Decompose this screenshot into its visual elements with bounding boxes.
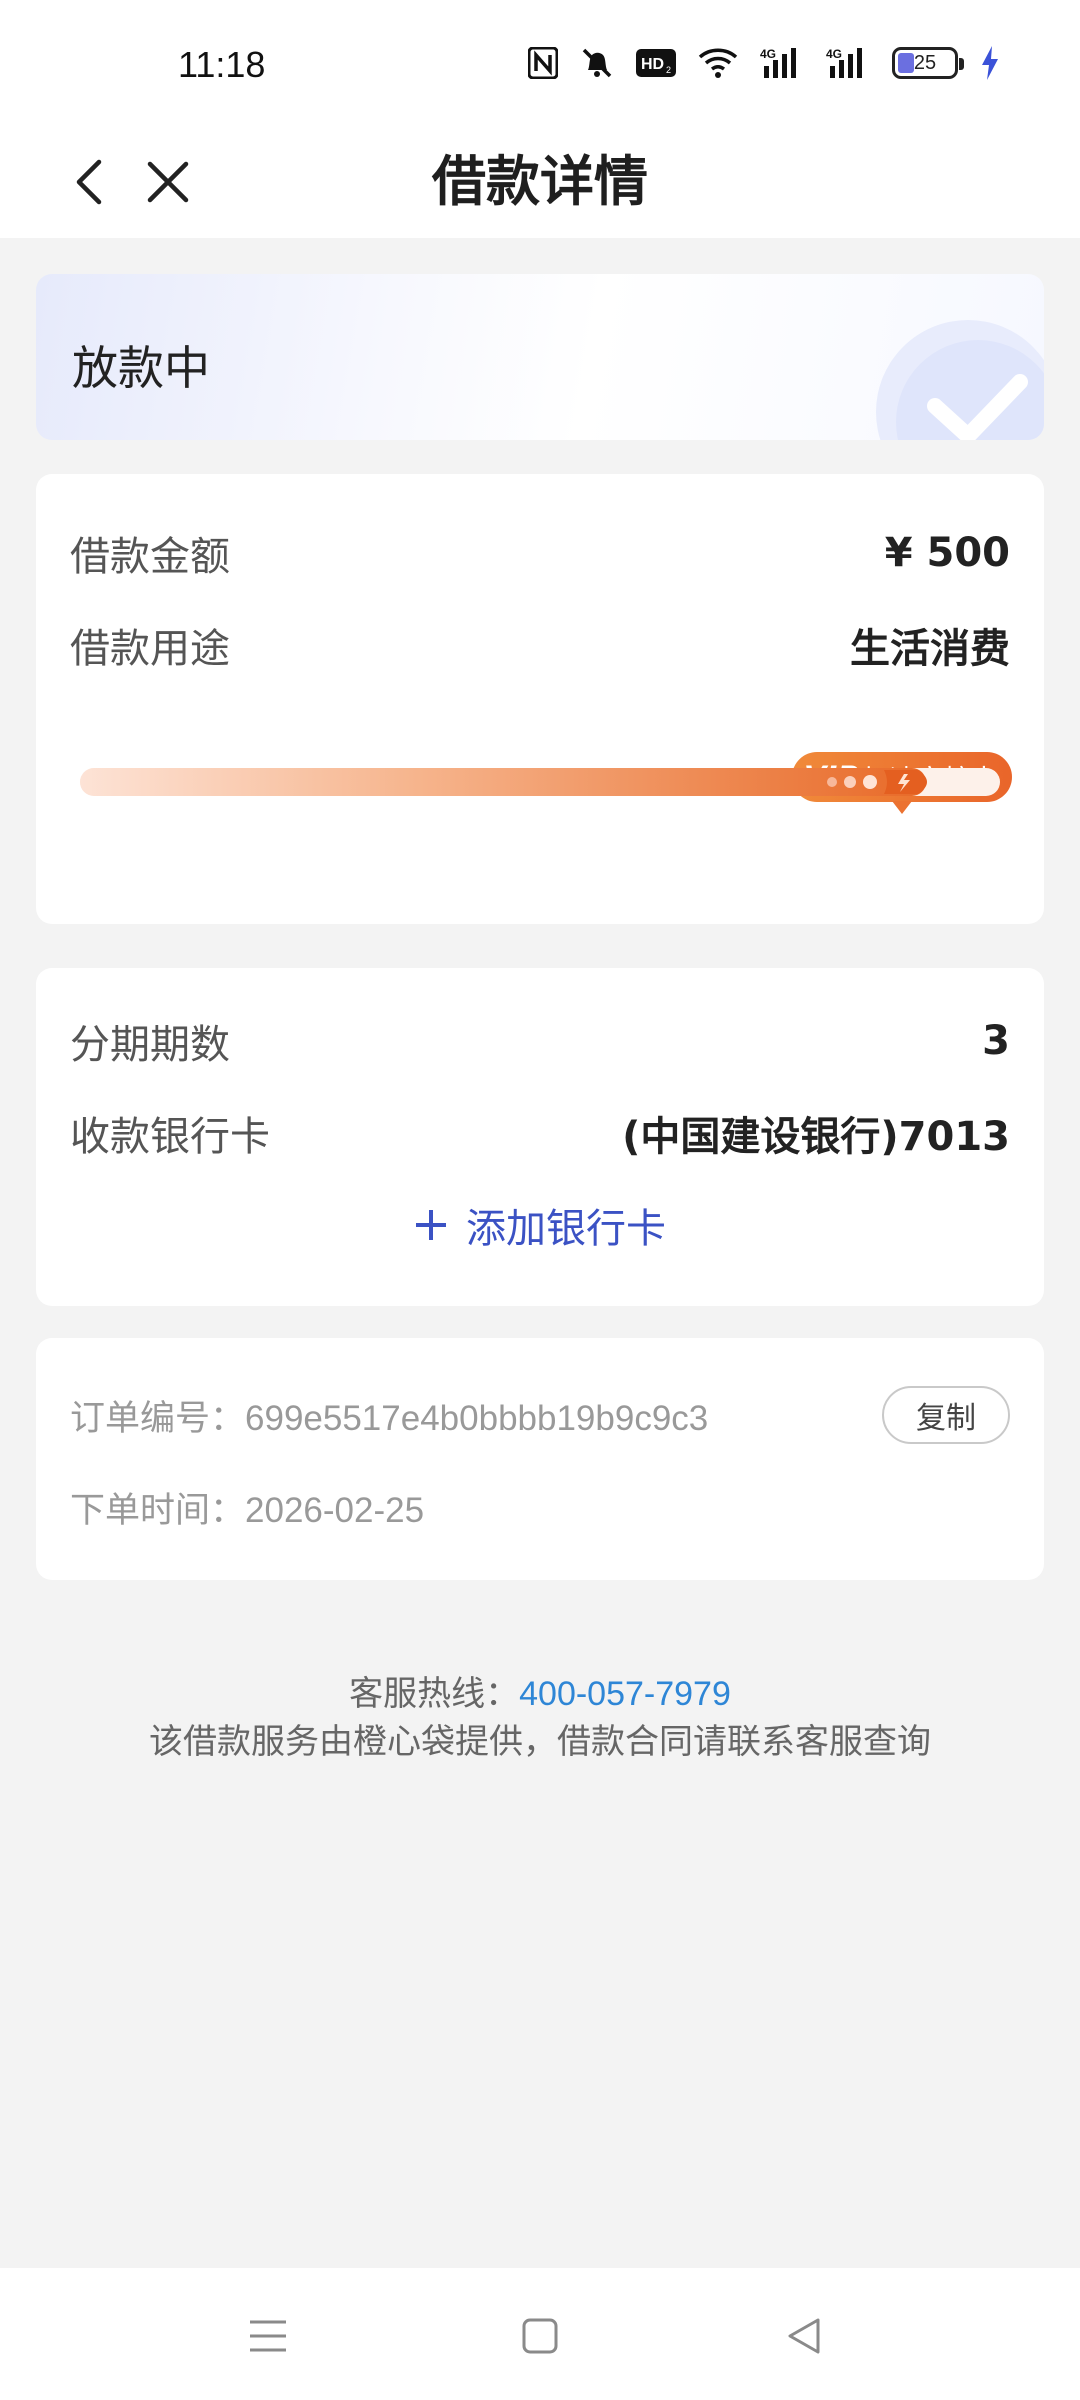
- nav-bar: 借款详情: [0, 130, 1080, 238]
- charging-icon: [982, 46, 998, 80]
- plus-icon: [416, 1210, 446, 1240]
- amount-value: ¥ 500: [884, 530, 1010, 576]
- system-nav-bar: [0, 2268, 1080, 2400]
- nfc-icon: [528, 47, 558, 79]
- battery-level: 25: [913, 51, 937, 74]
- footer: 客服热线：400-057-7979 该借款服务由橙心袋提供，借款合同请联系客服查…: [0, 1670, 1080, 1766]
- battery-icon: 25: [892, 47, 964, 79]
- svg-text:4G: 4G: [826, 47, 842, 61]
- review-progress-bar: [80, 744, 1000, 804]
- copy-button[interactable]: 复制: [882, 1386, 1010, 1444]
- bank-card-value: (中国建设银行)7013: [622, 1114, 1010, 1160]
- wifi-icon: [698, 48, 738, 78]
- progress-fill: [80, 768, 926, 796]
- purpose-label: 借款用途: [70, 626, 230, 672]
- hotline-line: 客服热线：400-057-7979: [0, 1670, 1080, 1718]
- system-back-button[interactable]: [780, 2312, 828, 2360]
- order-number-value: 699e5517e4b0bbbb19b9c9c3: [245, 1399, 709, 1438]
- rocket-icon: [827, 770, 927, 794]
- hotline-label: 客服热线：: [349, 1674, 520, 1714]
- order-time-label: 下单时间：: [70, 1491, 246, 1531]
- service-note: 该借款服务由橙心袋提供，借款合同请联系客服查询: [149, 1722, 931, 1762]
- silent-bell-icon: [582, 48, 612, 78]
- svg-text:HD: HD: [641, 56, 664, 73]
- installment-card: 分期期数 3 收款银行卡 (中国建设银行)7013 添加银行卡: [36, 968, 1044, 1306]
- status-icons: HD 2 4G 4G 25: [528, 46, 1000, 80]
- amount-row: 借款金额 ¥ 500: [70, 524, 1010, 582]
- status-time: 11:18: [178, 44, 266, 85]
- hotline-number-link[interactable]: 400-057-7979: [519, 1675, 731, 1713]
- page-title: 借款详情: [432, 150, 648, 213]
- status-bar: 11:18 HD 2 4G 4G 25: [0, 0, 1080, 130]
- amount-label: 借款金额: [70, 534, 230, 580]
- add-bank-card-button[interactable]: 添加银行卡: [36, 1196, 1044, 1254]
- menu-button[interactable]: [244, 2312, 292, 2360]
- svg-text:2: 2: [666, 65, 671, 75]
- loan-status-text: 放款中: [72, 341, 210, 395]
- signal-4g-icon: 4G: [760, 47, 796, 78]
- hd-icon: HD 2: [636, 49, 676, 77]
- home-button[interactable]: [516, 2312, 564, 2360]
- purpose-row: 借款用途 生活消费: [70, 616, 1010, 674]
- periods-value: 3: [982, 1018, 1010, 1064]
- periods-row: 分期期数 3: [70, 1012, 1010, 1070]
- order-time-value: 2026-02-25: [245, 1491, 425, 1530]
- menu-icon: [250, 2320, 286, 2352]
- loan-status-card: 放款中: [36, 274, 1044, 440]
- bank-card-label: 收款银行卡: [70, 1114, 270, 1160]
- svg-text:4G: 4G: [760, 47, 776, 61]
- home-square-icon: [522, 2318, 558, 2354]
- order-time-line: 下单时间：2026-02-25: [70, 1482, 424, 1533]
- periods-label: 分期期数: [70, 1022, 230, 1068]
- loan-info-card: 借款金额 ¥ 500 借款用途 生活消费 VIP 加速审核中: [36, 474, 1044, 924]
- bank-card-row[interactable]: 收款银行卡 (中国建设银行)7013: [70, 1104, 1010, 1162]
- order-number-label: 订单编号：: [70, 1399, 246, 1439]
- add-bank-card-label: 添加银行卡: [466, 1206, 666, 1252]
- purpose-value: 生活消费: [850, 626, 1010, 672]
- signal-4g-icon: 4G: [826, 47, 862, 78]
- check-icon: [876, 320, 1044, 440]
- order-info-card: 订单编号：699e5517e4b0bbbb19b9c9c3 复制 下单时间：20…: [36, 1338, 1044, 1580]
- back-triangle-icon: [788, 2318, 820, 2354]
- order-number-line: 订单编号：699e5517e4b0bbbb19b9c9c3: [70, 1390, 708, 1441]
